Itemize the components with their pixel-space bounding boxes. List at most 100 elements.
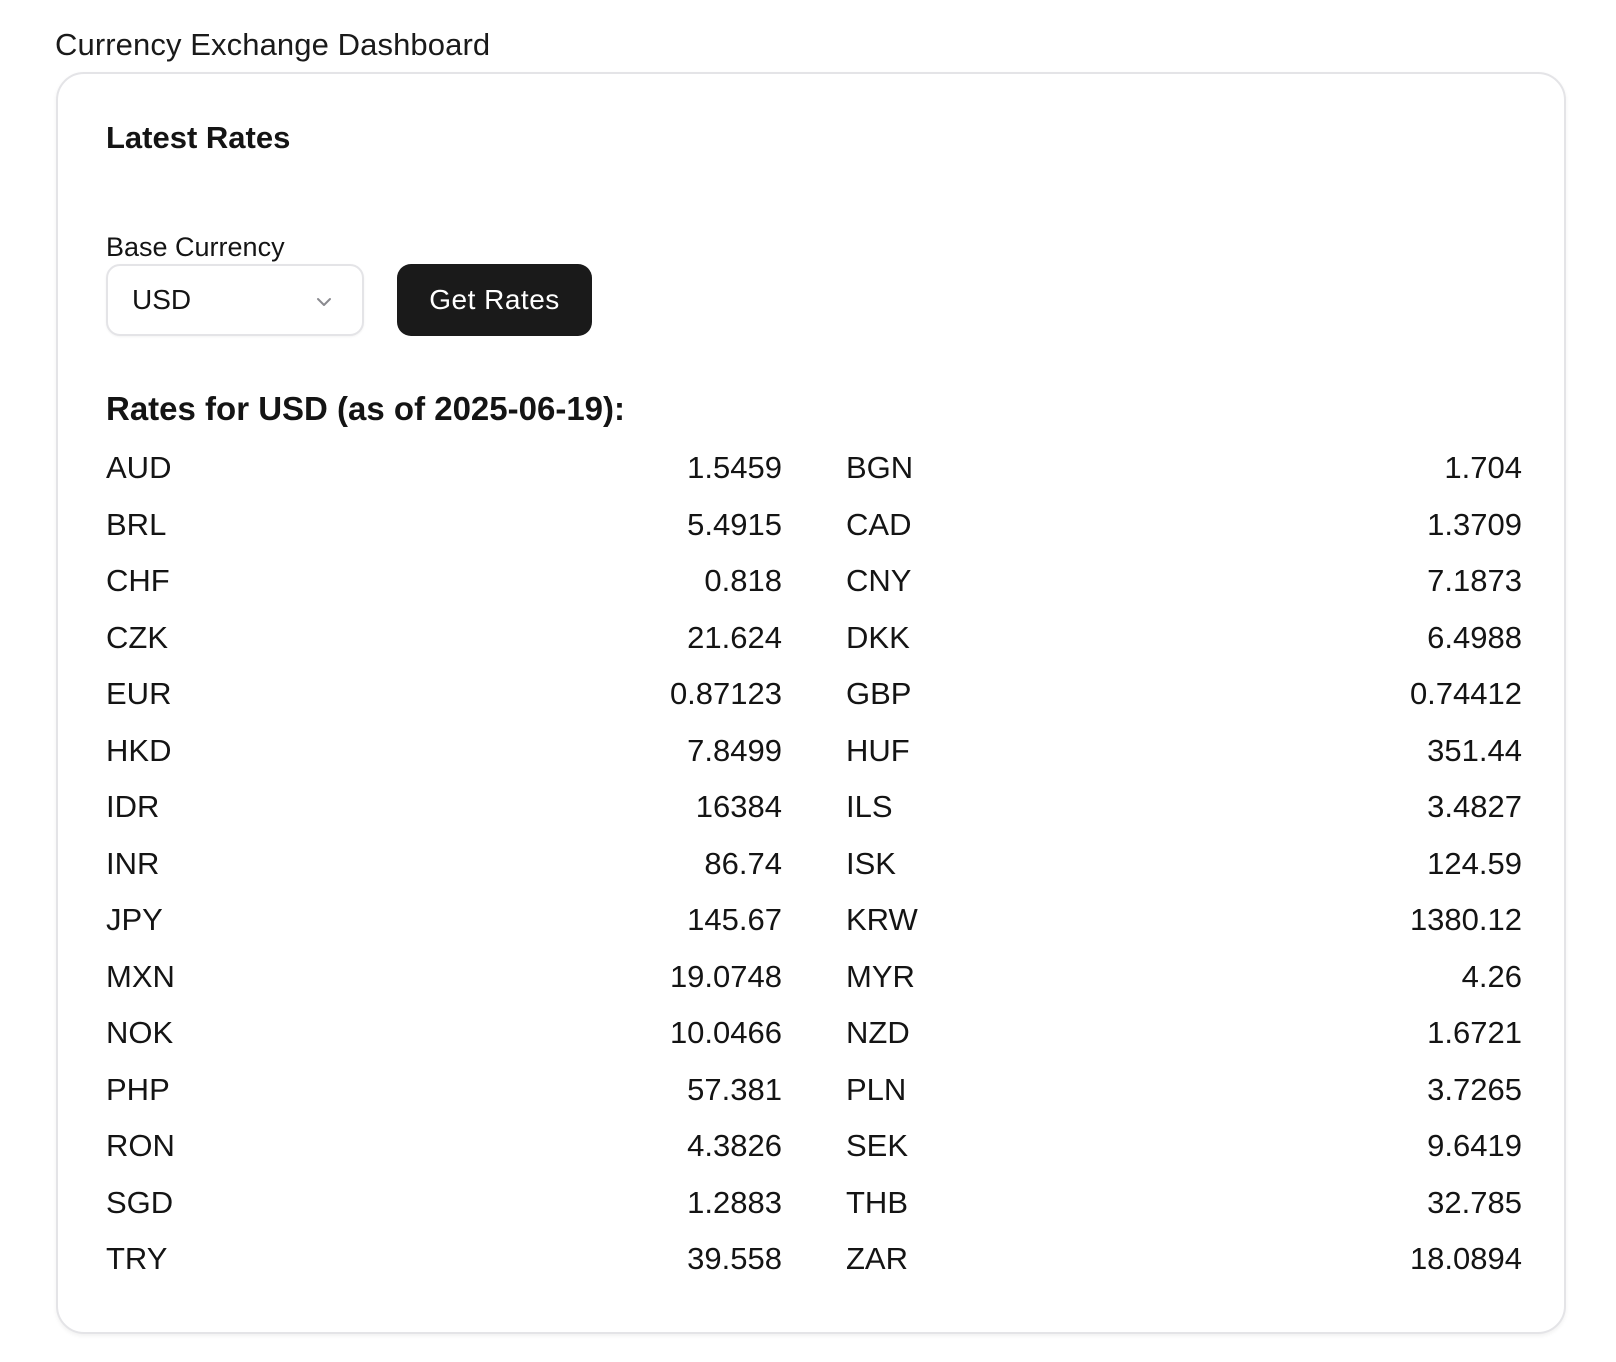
currency-code: ILS	[846, 789, 893, 825]
rate-value: 0.74412	[1409, 676, 1522, 712]
rate-row-php: PHP 57.381	[106, 1062, 782, 1119]
rate-row-dkk: DKK 6.4988	[846, 610, 1522, 667]
rate-value: 19.0748	[669, 958, 782, 994]
base-currency-select[interactable]: USD	[106, 264, 364, 336]
rate-value: 124.59	[1427, 845, 1522, 881]
rate-value: 6.4988	[1427, 619, 1522, 655]
currency-code: JPY	[106, 902, 163, 938]
rate-row-gbp: GBP 0.74412	[846, 666, 1522, 723]
chevron-down-icon	[312, 290, 336, 314]
rate-row-myr: MYR 4.26	[846, 949, 1522, 1006]
rate-row-ron: RON 4.3826	[106, 1118, 782, 1175]
currency-code: TRY	[106, 1241, 168, 1277]
rate-row-idr: IDR 16384	[106, 779, 782, 836]
rate-row-hkd: HKD 7.8499	[106, 723, 782, 780]
currency-code: ZAR	[846, 1241, 908, 1277]
currency-code: SGD	[106, 1184, 174, 1220]
currency-code: NZD	[846, 1015, 910, 1051]
rate-value: 1.3709	[1427, 506, 1522, 542]
rate-value: 0.87123	[669, 676, 782, 712]
rate-row-mxn: MXN 19.0748	[106, 949, 782, 1006]
rate-value: 16384	[695, 789, 782, 825]
rate-row-huf: HUF 351.44	[846, 723, 1522, 780]
rate-row-ils: ILS 3.4827	[846, 779, 1522, 836]
rates-heading: Rates for USD (as of 2025-06-19):	[106, 390, 626, 427]
currency-code: AUD	[106, 450, 172, 486]
rate-value: 1.6721	[1427, 1015, 1522, 1051]
rate-value: 21.624	[687, 619, 782, 655]
page-title: Currency Exchange Dashboard	[55, 27, 491, 62]
base-currency-label: Base Currency	[106, 232, 285, 262]
currency-code: MXN	[106, 958, 175, 994]
currency-code: BRL	[106, 506, 167, 542]
rate-value: 10.0466	[669, 1015, 782, 1051]
rate-value: 1380.12	[1409, 902, 1522, 938]
currency-code: PHP	[106, 1071, 170, 1107]
rate-row-aud: AUD 1.5459	[106, 440, 782, 497]
rates-list: AUD 1.5459 BGN 1.704 BRL 5.4915 CAD 1.3709 CHF 0.…	[106, 440, 1522, 1288]
rate-value: 1.704	[1444, 450, 1522, 486]
rate-row-bgn: BGN 1.704	[846, 440, 1522, 497]
currency-code: PLN	[846, 1071, 907, 1107]
rate-row-thb: THB 32.785	[846, 1175, 1522, 1232]
currency-code: THB	[846, 1184, 908, 1220]
rate-value: 7.1873	[1427, 563, 1522, 599]
rate-value: 4.26	[1461, 958, 1522, 994]
currency-code: MYR	[846, 958, 915, 994]
rate-value: 5.4915	[687, 506, 782, 542]
currency-code: HKD	[106, 732, 172, 768]
rate-row-pln: PLN 3.7265	[846, 1062, 1522, 1119]
rate-value: 145.67	[687, 902, 782, 938]
currency-code: HUF	[846, 732, 910, 768]
rate-row-cny: CNY 7.1873	[846, 553, 1522, 610]
currency-code: CHF	[106, 563, 170, 599]
currency-code: CAD	[846, 506, 912, 542]
rate-row-sek: SEK 9.6419	[846, 1118, 1522, 1175]
currency-code: DKK	[846, 619, 910, 655]
currency-code: SEK	[846, 1128, 909, 1164]
rate-value: 9.6419	[1427, 1128, 1522, 1164]
rate-row-sgd: SGD 1.2883	[106, 1175, 782, 1232]
rate-row-inr: INR 86.74	[106, 836, 782, 893]
currency-code: ISK	[846, 845, 896, 881]
rate-value: 18.0894	[1409, 1241, 1522, 1277]
rate-value: 3.7265	[1427, 1071, 1522, 1107]
rate-row-isk: ISK 124.59	[846, 836, 1522, 893]
latest-rates-card: Latest Rates Base Currency USD Get Rates…	[56, 72, 1566, 1334]
currency-code: BGN	[846, 450, 914, 486]
rate-value: 32.785	[1427, 1184, 1522, 1220]
rate-row-krw: KRW 1380.12	[846, 892, 1522, 949]
currency-code: RON	[106, 1128, 175, 1164]
rate-value: 0.818	[704, 563, 782, 599]
rate-row-czk: CZK 21.624	[106, 610, 782, 667]
rate-value: 86.74	[704, 845, 782, 881]
currency-code: EUR	[106, 676, 172, 712]
currency-code: KRW	[846, 902, 918, 938]
currency-code: INR	[106, 845, 160, 881]
rate-value: 3.4827	[1427, 789, 1522, 825]
rate-row-nzd: NZD 1.6721	[846, 1005, 1522, 1062]
card-title: Latest Rates	[106, 120, 291, 155]
currency-code: CZK	[106, 619, 168, 655]
rate-row-eur: EUR 0.87123	[106, 666, 782, 723]
rate-row-chf: CHF 0.818	[106, 553, 782, 610]
rate-row-try: TRY 39.558	[106, 1231, 782, 1288]
currency-code: GBP	[846, 676, 912, 712]
rate-value: 1.2883	[687, 1184, 782, 1220]
selected-currency-value: USD	[132, 284, 192, 315]
rate-row-zar: ZAR 18.0894	[846, 1231, 1522, 1288]
rate-value: 4.3826	[687, 1128, 782, 1164]
rate-row-brl: BRL 5.4915	[106, 497, 782, 554]
rate-value: 7.8499	[687, 732, 782, 768]
rate-row-jpy: JPY 145.67	[106, 892, 782, 949]
currency-code: CNY	[846, 563, 912, 599]
rate-row-nok: NOK 10.0466	[106, 1005, 782, 1062]
currency-code: NOK	[106, 1015, 174, 1051]
rate-value: 1.5459	[687, 450, 782, 486]
rate-value: 351.44	[1427, 732, 1522, 768]
rate-row-cad: CAD 1.3709	[846, 497, 1522, 554]
rate-value: 57.381	[687, 1071, 782, 1107]
currency-code: IDR	[106, 789, 160, 825]
get-rates-button[interactable]: Get Rates	[397, 264, 592, 336]
rate-value: 39.558	[687, 1241, 782, 1277]
